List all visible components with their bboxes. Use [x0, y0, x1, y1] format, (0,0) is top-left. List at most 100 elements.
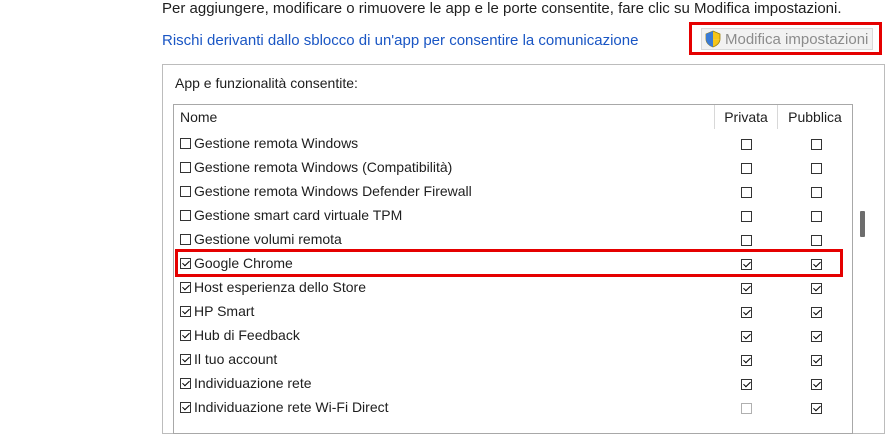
private-checkbox[interactable]: [741, 403, 752, 414]
app-enabled-checkbox[interactable]: [180, 162, 191, 173]
app-name-label: Host esperienza dello Store: [194, 279, 366, 295]
public-checkbox[interactable]: [811, 139, 822, 150]
app-enabled-checkbox[interactable]: [180, 234, 191, 245]
table-row[interactable]: Gestione smart card virtuale TPM: [174, 203, 852, 227]
app-enabled-checkbox[interactable]: [180, 258, 191, 269]
app-name-label: Google Chrome: [194, 255, 293, 271]
public-cell: [811, 329, 822, 345]
list-scrollbar[interactable]: [857, 104, 867, 434]
private-cell: [741, 257, 752, 273]
private-checkbox[interactable]: [741, 307, 752, 318]
table-row[interactable]: Individuazione rete Wi-Fi Direct: [174, 395, 852, 419]
public-checkbox[interactable]: [811, 307, 822, 318]
public-checkbox[interactable]: [811, 283, 822, 294]
table-row[interactable]: Hub di Feedback: [174, 323, 852, 347]
private-checkbox[interactable]: [741, 259, 752, 270]
public-cell: [811, 185, 822, 201]
app-name-label: Gestione volumi remota: [194, 231, 342, 247]
app-enabled-checkbox[interactable]: [180, 306, 191, 317]
app-enabled-checkbox[interactable]: [180, 354, 191, 365]
private-checkbox[interactable]: [741, 283, 752, 294]
private-cell: [741, 161, 752, 177]
app-name-cell: Gestione volumi remota: [180, 227, 342, 251]
app-name-cell: Il tuo account: [180, 347, 277, 371]
private-cell: [741, 185, 752, 201]
app-name-label: Individuazione rete Wi-Fi Direct: [194, 399, 389, 415]
app-enabled-checkbox[interactable]: [180, 282, 191, 293]
uac-shield-icon: [704, 30, 722, 48]
app-name-cell: HP Smart: [180, 299, 254, 323]
app-name-cell: Gestione remota Windows (Compatibilità): [180, 155, 452, 179]
private-checkbox[interactable]: [741, 139, 752, 150]
public-checkbox[interactable]: [811, 403, 822, 414]
list-header: Nome Privata Pubblica: [174, 105, 852, 129]
private-checkbox[interactable]: [741, 211, 752, 222]
table-row[interactable]: HP Smart: [174, 299, 852, 323]
app-enabled-checkbox[interactable]: [180, 330, 191, 341]
private-cell: [741, 233, 752, 249]
app-name-label: Gestione remota Windows: [194, 135, 358, 151]
private-checkbox[interactable]: [741, 355, 752, 366]
app-name-label: Individuazione rete: [194, 375, 312, 391]
private-checkbox[interactable]: [741, 235, 752, 246]
app-name-cell: Individuazione rete: [180, 371, 312, 395]
allowed-apps-list: Nome Privata Pubblica Gestione remota Wi…: [173, 104, 853, 434]
column-header-public[interactable]: Pubblica: [777, 105, 852, 129]
public-checkbox[interactable]: [811, 211, 822, 222]
public-cell: [811, 161, 822, 177]
private-checkbox[interactable]: [741, 163, 752, 174]
table-row[interactable]: Gestione remota Windows (Compatibilità): [174, 155, 852, 179]
public-cell: [811, 401, 822, 417]
table-row[interactable]: Gestione remota Windows: [174, 131, 852, 155]
table-row[interactable]: Host esperienza dello Store: [174, 275, 852, 299]
table-row[interactable]: Gestione volumi remota: [174, 227, 852, 251]
public-checkbox[interactable]: [811, 235, 822, 246]
public-checkbox[interactable]: [811, 187, 822, 198]
public-cell: [811, 353, 822, 369]
risk-info-link[interactable]: Rischi derivanti dallo sblocco di un'app…: [162, 32, 638, 49]
table-row[interactable]: Gestione remota Windows Defender Firewal…: [174, 179, 852, 203]
public-cell: [811, 233, 822, 249]
public-checkbox[interactable]: [811, 259, 822, 270]
table-row[interactable]: Individuazione rete: [174, 371, 852, 395]
public-checkbox[interactable]: [811, 355, 822, 366]
app-name-label: Gestione smart card virtuale TPM: [194, 207, 402, 223]
private-cell: [741, 353, 752, 369]
app-name-cell: Host esperienza dello Store: [180, 275, 366, 299]
private-checkbox[interactable]: [741, 331, 752, 342]
app-enabled-checkbox[interactable]: [180, 210, 191, 221]
private-cell: [741, 209, 752, 225]
app-enabled-checkbox[interactable]: [180, 186, 191, 197]
private-cell: [741, 305, 752, 321]
scrollbar-thumb[interactable]: [860, 211, 865, 237]
public-checkbox[interactable]: [811, 379, 822, 390]
private-checkbox[interactable]: [741, 379, 752, 390]
private-cell: [741, 329, 752, 345]
private-cell: [741, 281, 752, 297]
public-checkbox[interactable]: [811, 163, 822, 174]
table-row[interactable]: Il tuo account: [174, 347, 852, 371]
public-cell: [811, 377, 822, 393]
table-row[interactable]: Google Chrome: [174, 251, 852, 275]
allowed-apps-label: App e funzionalità consentite:: [175, 75, 358, 91]
app-name-label: Hub di Feedback: [194, 327, 300, 343]
app-enabled-checkbox[interactable]: [180, 402, 191, 413]
private-cell: [741, 401, 752, 417]
app-name-label: Gestione remota Windows Defender Firewal…: [194, 183, 472, 199]
private-checkbox[interactable]: [741, 187, 752, 198]
app-name-cell: Gestione smart card virtuale TPM: [180, 203, 402, 227]
public-cell: [811, 257, 822, 273]
modify-settings-button[interactable]: Modifica impostazioni: [701, 28, 873, 50]
app-enabled-checkbox[interactable]: [180, 138, 191, 149]
private-cell: [741, 377, 752, 393]
private-cell: [741, 137, 752, 153]
app-enabled-checkbox[interactable]: [180, 378, 191, 389]
app-name-cell: Hub di Feedback: [180, 323, 300, 347]
public-checkbox[interactable]: [811, 331, 822, 342]
app-name-label: Il tuo account: [194, 351, 277, 367]
intro-text: Per aggiungere, modificare o rimuovere l…: [162, 0, 842, 17]
column-header-name[interactable]: Nome: [174, 105, 714, 129]
app-name-cell: Gestione remota Windows: [180, 131, 358, 155]
modify-settings-label: Modifica impostazioni: [725, 31, 868, 48]
column-header-private[interactable]: Privata: [714, 105, 777, 129]
